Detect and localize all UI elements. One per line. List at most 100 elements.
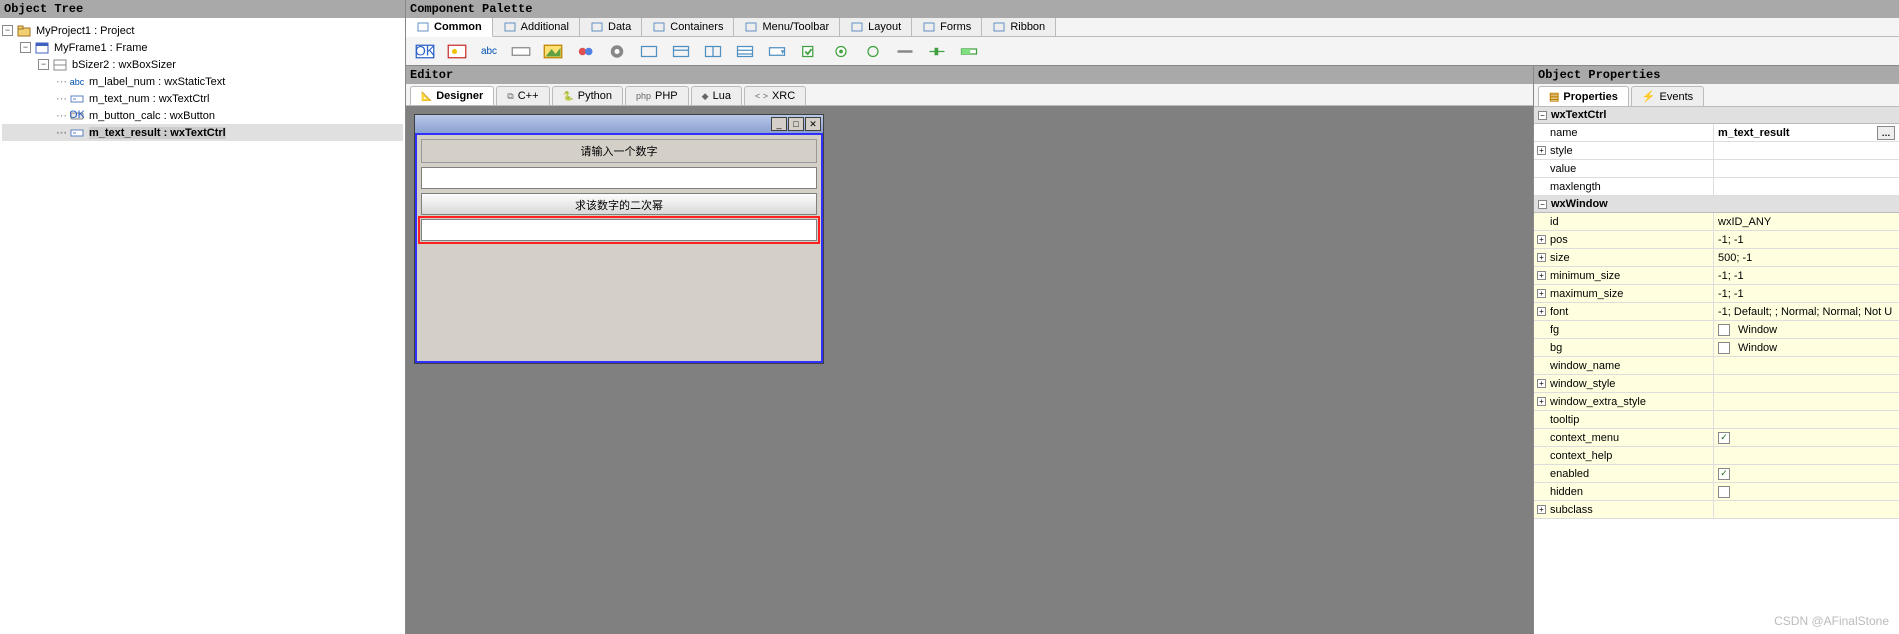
tool-textctrl-icon[interactable] bbox=[510, 41, 532, 61]
property-expander-icon[interactable]: + bbox=[1537, 289, 1546, 298]
property-row[interactable]: +window_extra_style bbox=[1534, 393, 1899, 411]
tree-item-label: bSizer2 : wxBoxSizer bbox=[72, 59, 176, 71]
tool-bitmap-icon[interactable] bbox=[542, 41, 564, 61]
editor-tab[interactable]: ⧉C++ bbox=[496, 86, 549, 105]
tree-expander-icon[interactable]: − bbox=[2, 25, 13, 36]
property-section-header[interactable]: −wxWindow bbox=[1534, 196, 1899, 213]
section-collapse-icon[interactable]: − bbox=[1538, 200, 1547, 209]
design-window[interactable]: _ □ ✕ 请输入一个数字 求该数字的二次幂 bbox=[414, 114, 824, 364]
property-expander-icon[interactable]: + bbox=[1537, 271, 1546, 280]
design-text-num[interactable] bbox=[421, 167, 817, 189]
tree-item[interactable]: −MyFrame1 : Frame bbox=[2, 39, 403, 56]
tool-listbox-icon[interactable] bbox=[734, 41, 756, 61]
tool-ok-button-icon[interactable]: OK bbox=[414, 41, 436, 61]
tree-item-label: m_text_result : wxTextCtrl bbox=[89, 127, 226, 139]
properties-tab[interactable]: ⚡Events bbox=[1631, 86, 1704, 106]
property-section-header[interactable]: −wxTextCtrl bbox=[1534, 107, 1899, 124]
editor-tab[interactable]: phpPHP bbox=[625, 86, 689, 105]
tool-staticline-icon[interactable] bbox=[894, 41, 916, 61]
palette-tab[interactable]: Data bbox=[580, 18, 642, 36]
property-row[interactable]: value bbox=[1534, 160, 1899, 178]
tree-item[interactable]: ⋯m_text_result : wxTextCtrl bbox=[2, 124, 403, 141]
checkbox-icon[interactable] bbox=[1718, 486, 1730, 498]
object-tree[interactable]: −MyProject1 : Project−MyFrame1 : Frame−b… bbox=[0, 18, 405, 145]
property-row[interactable]: +style bbox=[1534, 142, 1899, 160]
palette-tab[interactable]: Containers bbox=[642, 18, 734, 36]
property-row[interactable]: context_help bbox=[1534, 447, 1899, 465]
object-tree-title: Object Tree bbox=[0, 0, 405, 18]
tree-expander-icon[interactable]: − bbox=[38, 59, 49, 70]
property-row[interactable]: bgWindow bbox=[1534, 339, 1899, 357]
palette-tab[interactable]: Ribbon bbox=[982, 18, 1056, 36]
property-row[interactable]: context_menu bbox=[1534, 429, 1899, 447]
property-row[interactable]: hidden bbox=[1534, 483, 1899, 501]
palette-tab[interactable]: Additional bbox=[493, 18, 580, 36]
tool-panel2-icon[interactable] bbox=[670, 41, 692, 61]
property-expander-icon[interactable]: + bbox=[1537, 307, 1546, 316]
tool-panel3-icon[interactable] bbox=[702, 41, 724, 61]
design-static-label[interactable]: 请输入一个数字 bbox=[421, 139, 817, 163]
tree-item[interactable]: ⋯m_text_num : wxTextCtrl bbox=[2, 90, 403, 107]
palette-tab[interactable]: Forms bbox=[912, 18, 982, 36]
tool-radiobutton-icon[interactable] bbox=[830, 41, 852, 61]
property-key: name bbox=[1550, 127, 1578, 139]
tree-expander-icon[interactable]: − bbox=[20, 42, 31, 53]
property-expander-icon[interactable]: + bbox=[1537, 146, 1546, 155]
properties-tab[interactable]: ▤Properties bbox=[1538, 86, 1629, 106]
property-row[interactable]: +pos-1; -1 bbox=[1534, 231, 1899, 249]
tree-item[interactable]: ⋯abcm_label_num : wxStaticText bbox=[2, 73, 403, 90]
property-row[interactable]: enabled bbox=[1534, 465, 1899, 483]
minimize-icon[interactable]: _ bbox=[771, 117, 787, 131]
tool-slider-icon[interactable] bbox=[926, 41, 948, 61]
tool-toggle-icon[interactable] bbox=[862, 41, 884, 61]
editor-tab[interactable]: ◆Lua bbox=[691, 86, 742, 105]
palette-tab[interactable]: Common bbox=[406, 18, 493, 37]
property-row[interactable]: fgWindow bbox=[1534, 321, 1899, 339]
property-row[interactable]: +font-1; Default; ; Normal; Normal; Not … bbox=[1534, 303, 1899, 321]
maximize-icon[interactable]: □ bbox=[788, 117, 804, 131]
tool-media-icon[interactable] bbox=[606, 41, 628, 61]
tool-panel1-icon[interactable] bbox=[638, 41, 660, 61]
property-row[interactable]: window_name bbox=[1534, 357, 1899, 375]
checkbox-icon[interactable] bbox=[1718, 468, 1730, 480]
property-row[interactable]: idwxID_ANY bbox=[1534, 213, 1899, 231]
property-row[interactable]: +size500; -1 bbox=[1534, 249, 1899, 267]
tool-gauge-icon[interactable] bbox=[958, 41, 980, 61]
design-text-result[interactable] bbox=[421, 219, 817, 241]
property-row[interactable]: +window_style bbox=[1534, 375, 1899, 393]
tool-combobox-icon[interactable] bbox=[766, 41, 788, 61]
palette-tab[interactable]: Menu/Toolbar bbox=[734, 18, 840, 36]
tool-checkbox-icon[interactable] bbox=[798, 41, 820, 61]
properties-tab-label: Events bbox=[1660, 91, 1694, 103]
property-expander-icon[interactable]: + bbox=[1537, 253, 1546, 262]
property-expander-icon[interactable]: + bbox=[1537, 235, 1546, 244]
ellipsis-button[interactable]: … bbox=[1877, 126, 1895, 140]
design-calc-button[interactable]: 求该数字的二次幂 bbox=[421, 193, 817, 215]
property-row[interactable]: tooltip bbox=[1534, 411, 1899, 429]
property-row[interactable]: maxlength bbox=[1534, 178, 1899, 196]
tool-bitmap-button-icon[interactable] bbox=[446, 41, 468, 61]
property-row[interactable]: +maximum_size-1; -1 bbox=[1534, 285, 1899, 303]
close-icon[interactable]: ✕ bbox=[805, 117, 821, 131]
editor-tab[interactable]: 📐Designer bbox=[410, 86, 494, 105]
editor-tab[interactable]: 🐍Python bbox=[552, 86, 623, 105]
property-expander-icon[interactable]: + bbox=[1537, 397, 1546, 406]
editor-tab[interactable]: < >XRC bbox=[744, 86, 806, 105]
tool-static-text-icon[interactable]: abc bbox=[478, 41, 500, 61]
project-icon bbox=[16, 24, 32, 38]
palette-tab[interactable]: Layout bbox=[840, 18, 912, 36]
section-collapse-icon[interactable]: − bbox=[1538, 111, 1547, 120]
designer-canvas[interactable]: _ □ ✕ 请输入一个数字 求该数字的二次幂 bbox=[406, 106, 1533, 634]
property-expander-icon[interactable]: + bbox=[1537, 505, 1546, 514]
property-row[interactable]: +minimum_size-1; -1 bbox=[1534, 267, 1899, 285]
properties-grid[interactable]: −wxTextCtrlnamem_text_result…+stylevalue… bbox=[1534, 107, 1899, 634]
tool-animation-icon[interactable] bbox=[574, 41, 596, 61]
property-expander-icon[interactable]: + bbox=[1537, 379, 1546, 388]
tree-item[interactable]: −MyProject1 : Project bbox=[2, 22, 403, 39]
checkbox-icon[interactable] bbox=[1718, 432, 1730, 444]
property-row[interactable]: namem_text_result… bbox=[1534, 124, 1899, 142]
properties-tab-label: Properties bbox=[1563, 91, 1617, 103]
property-row[interactable]: +subclass bbox=[1534, 501, 1899, 519]
tree-item[interactable]: ⋯OKm_button_calc : wxButton bbox=[2, 107, 403, 124]
tree-item[interactable]: − bSizer2 : wxBoxSizer bbox=[2, 56, 403, 73]
